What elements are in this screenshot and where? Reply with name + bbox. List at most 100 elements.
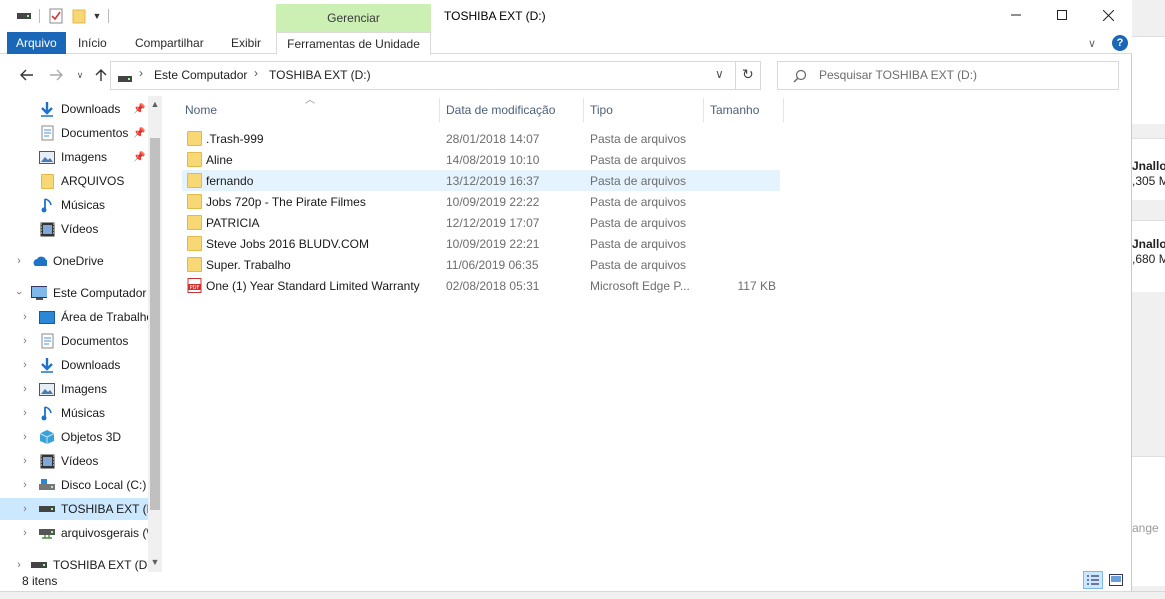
chevron-right-icon[interactable]: ›	[20, 455, 30, 467]
nav-item-arquivos[interactable]: ARQUIVOS	[0, 170, 148, 192]
search-box[interactable]: Pesquisar TOSHIBA EXT (D:)	[777, 61, 1119, 90]
recent-locations-icon[interactable]: ∨	[71, 66, 89, 84]
nav-item-downloads[interactable]: Downloads 📌	[0, 98, 148, 120]
file-row[interactable]: .Trash-999 28/01/2018 14:07 Pasta de arq…	[182, 128, 780, 149]
pin-icon[interactable]: 📌	[133, 128, 145, 139]
sort-ascending-icon: ︿	[305, 95, 315, 106]
details-view-button[interactable]	[1083, 571, 1103, 589]
column-header-tipo[interactable]: Tipo	[590, 98, 613, 122]
folder-icon	[187, 173, 202, 188]
nav-item-objetos-3d[interactable]: › Objetos 3D	[0, 426, 148, 448]
chevron-right-icon[interactable]: ›	[20, 431, 30, 443]
forward-button[interactable]	[47, 66, 65, 84]
background-app: Jnalloc ,305 M Jnalloc ,680 M ange	[1132, 0, 1165, 599]
local-disk-icon	[39, 477, 55, 493]
chevron-right-icon[interactable]: ›	[14, 255, 24, 267]
tab-ferramentas-de-unidade[interactable]: Ferramentas de Unidade	[276, 32, 431, 55]
file-row[interactable]: Steve Jobs 2016 BLUDV.COM 10/09/2019 22:…	[182, 233, 780, 254]
close-button[interactable]	[1085, 0, 1131, 30]
folder-icon	[187, 236, 202, 251]
nav-item-onedrive[interactable]: › OneDrive	[0, 250, 148, 272]
nav-item-disco-local[interactable]: › Disco Local (C:)	[0, 474, 148, 496]
chevron-right-icon[interactable]: ›	[20, 359, 30, 371]
drive-icon	[39, 501, 55, 517]
customize-quick-access-icon[interactable]: ▼	[91, 7, 103, 25]
column-header-data[interactable]: Data de modificação	[446, 98, 555, 122]
tab-arquivo[interactable]: Arquivo	[7, 32, 66, 54]
column-header-nome[interactable]: Nome	[185, 98, 217, 122]
nav-item-videos[interactable]: Vídeos	[0, 218, 148, 240]
nav-item-imagens-pc[interactable]: › Imagens	[0, 378, 148, 400]
nav-item-toshiba[interactable]: › TOSHIBA EXT (D:)	[0, 498, 162, 520]
nav-item-toshiba-bottom[interactable]: › TOSHIBA EXT (D:)	[0, 554, 154, 572]
address-bar[interactable]: › Este Computador › TOSHIBA EXT (D:) ∨ ↻	[110, 61, 761, 90]
properties-icon[interactable]	[48, 7, 64, 25]
chevron-right-icon[interactable]: ›	[20, 503, 30, 515]
nav-item-area-de-trabalho[interactable]: › Área de Trabalho	[0, 306, 153, 328]
drive-quick-icon[interactable]	[16, 7, 32, 25]
pin-icon[interactable]: 📌	[133, 152, 145, 163]
chevron-right-icon[interactable]: ›	[20, 479, 30, 491]
chevron-right-icon[interactable]: ›	[20, 335, 30, 347]
background-text: ,680 M	[1132, 252, 1165, 266]
ribbon-collapse-icon[interactable]: ∨	[1088, 32, 1096, 54]
nav-item-imagens[interactable]: Imagens 📌	[0, 146, 148, 168]
breadcrumb-este-computador[interactable]: Este Computador	[154, 68, 247, 82]
up-button[interactable]	[92, 66, 110, 84]
navigation-pane: Downloads 📌 Documentos 📌 Imagens 📌 ARQUI…	[0, 96, 162, 572]
chevron-right-icon[interactable]: ›	[20, 311, 30, 323]
tab-exibir[interactable]: Exibir	[222, 32, 270, 54]
nav-item-documentos[interactable]: Documentos 📌	[0, 122, 148, 144]
pin-icon[interactable]: 📌	[133, 104, 145, 115]
chevron-right-icon[interactable]: ›	[20, 383, 30, 395]
objects3d-icon	[39, 429, 55, 445]
context-tab-gerenciar[interactable]: Gerenciar	[276, 4, 431, 32]
downloads-icon	[39, 357, 55, 373]
chevron-down-icon[interactable]: ›	[13, 288, 25, 298]
nav-item-documentos-pc[interactable]: › Documentos	[0, 330, 148, 352]
breadcrumb-separator[interactable]: ›	[254, 66, 258, 80]
background-text: ,305 M	[1132, 174, 1165, 188]
network-drive-icon	[39, 525, 55, 541]
chevron-right-icon[interactable]: ›	[20, 527, 30, 539]
documents-icon	[39, 333, 55, 349]
file-row[interactable]: PATRICIA 12/12/2019 17:07 Pasta de arqui…	[182, 212, 780, 233]
new-folder-icon[interactable]	[71, 7, 87, 25]
folder-icon	[39, 173, 55, 189]
music-icon	[39, 405, 55, 421]
tab-compartilhar[interactable]: Compartilhar	[126, 32, 213, 54]
window-title: TOSHIBA EXT (D:)	[444, 9, 546, 23]
chevron-right-icon[interactable]: ›	[14, 559, 24, 571]
address-dropdown-icon[interactable]: ∨	[715, 67, 724, 81]
breadcrumb-toshiba[interactable]: TOSHIBA EXT (D:)	[269, 68, 371, 82]
videos-icon	[39, 453, 55, 469]
file-row[interactable]: Super. Trabalho 11/06/2019 06:35 Pasta d…	[182, 254, 780, 275]
nav-item-downloads-pc[interactable]: › Downloads	[0, 354, 148, 376]
nav-item-musicas[interactable]: Músicas	[0, 194, 148, 216]
pictures-icon	[39, 381, 55, 397]
status-item-count: 8 itens	[22, 574, 58, 588]
file-row[interactable]: PDF One (1) Year Standard Limited Warran…	[182, 275, 780, 296]
file-row[interactable]: Aline 14/08/2019 10:10 Pasta de arquivos	[182, 149, 780, 170]
nav-item-videos-pc[interactable]: › Vídeos	[0, 450, 148, 472]
column-header-tamanho[interactable]: Tamanho	[710, 98, 759, 122]
chevron-right-icon[interactable]: ›	[20, 407, 30, 419]
refresh-icon[interactable]: ↻	[742, 66, 754, 83]
tab-inicio[interactable]: Início	[69, 32, 116, 54]
scroll-up-arrow[interactable]: ▲	[148, 97, 162, 111]
search-input[interactable]: Pesquisar TOSHIBA EXT (D:)	[819, 68, 977, 82]
back-button[interactable]	[18, 66, 36, 84]
nav-scrollbar-thumb[interactable]	[150, 138, 160, 510]
nav-item-arquivosgerais[interactable]: › arquivosgerais (\	[0, 522, 150, 544]
help-icon[interactable]: ?	[1112, 35, 1128, 51]
file-row[interactable]: Jobs 720p - The Pirate Filmes 10/09/2019…	[182, 191, 780, 212]
file-row[interactable]: fernando 13/12/2019 16:37 Pasta de arqui…	[182, 170, 780, 191]
nav-item-este-computador[interactable]: › Este Computador	[0, 282, 148, 304]
nav-item-musicas-pc[interactable]: › Músicas	[0, 402, 148, 424]
scroll-down-arrow[interactable]: ▼	[148, 555, 162, 569]
minimize-button[interactable]	[993, 0, 1039, 30]
breadcrumb-separator[interactable]: ›	[139, 66, 143, 80]
onedrive-icon	[31, 253, 47, 269]
maximize-button[interactable]	[1039, 0, 1085, 30]
large-icons-view-button[interactable]	[1106, 571, 1126, 589]
